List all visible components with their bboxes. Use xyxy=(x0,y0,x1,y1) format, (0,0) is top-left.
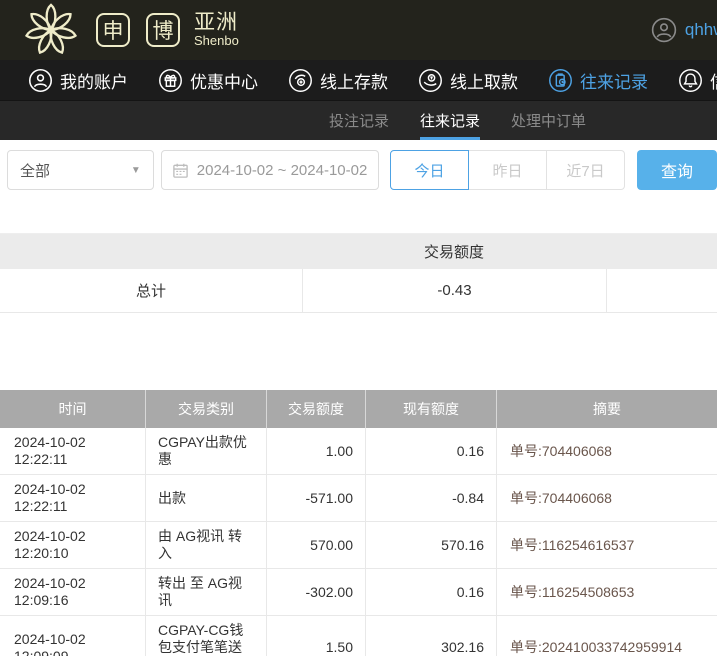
chevron-down-icon: ▼ xyxy=(131,165,141,176)
summary-header-label: 交易额度 xyxy=(302,241,606,262)
transactions-table-header: 时间 交易类别 交易额度 现有额度 摘要 xyxy=(0,390,717,428)
user-avatar-icon xyxy=(651,17,677,43)
table-row: 2024-10-02 12:22:11 CGPAY出款优惠 1.00 0.16 … xyxy=(0,428,717,475)
date-range-value: 2024-10-02 ~ 2024-10-02 xyxy=(197,162,368,179)
calendar-icon xyxy=(172,162,189,179)
cell-balance: 0.16 xyxy=(366,569,497,615)
cell-time: 2024-10-02 12:09:09 xyxy=(0,616,146,656)
cell-balance: -0.84 xyxy=(366,475,497,521)
nav-item-messages[interactable]: 信息 xyxy=(678,68,717,93)
nav-item-promotions[interactable]: 优惠中心 xyxy=(158,68,258,93)
column-header-balance: 现有额度 xyxy=(366,390,497,428)
record-tabbar: 投注记录 往来记录 处理中订单 xyxy=(0,100,717,140)
cell-summary: 单号:704406068 xyxy=(497,428,717,474)
summary-total-row: 总计 -0.43 xyxy=(0,269,717,313)
summary-total-value: -0.43 xyxy=(302,269,606,312)
logo-char-shen: 申 xyxy=(96,13,130,47)
cell-time: 2024-10-02 12:09:16 xyxy=(0,569,146,615)
cell-type: 转出 至 AG视讯 xyxy=(146,569,267,615)
cell-summary: 单号:202410033742959914 xyxy=(497,616,717,656)
tab-pending-orders[interactable]: 处理中订单 xyxy=(511,101,586,140)
flower-logo-icon xyxy=(22,1,80,59)
table-row: 2024-10-02 12:09:16 转出 至 AG视讯 -302.00 0.… xyxy=(0,569,717,616)
filter-row: 全部 ▼ 2024-10-02 ~ 2024-10-02 今日 昨日 近7日 查… xyxy=(0,150,717,190)
table-row: 2024-10-02 12:22:11 出款 -571.00 -0.84 单号:… xyxy=(0,475,717,522)
column-header-type: 交易类别 xyxy=(146,390,267,428)
column-header-summary: 摘要 xyxy=(497,390,717,428)
quick-date-group: 今日 昨日 近7日 xyxy=(390,150,625,190)
cell-amount: 570.00 xyxy=(267,522,366,568)
cell-amount: 1.50 xyxy=(267,616,366,656)
records-icon xyxy=(548,68,573,93)
user-account-area[interactable]: qhhw2 xyxy=(651,17,717,43)
deposit-icon xyxy=(288,68,313,93)
username-label[interactable]: qhhw2 xyxy=(685,20,717,40)
cell-balance: 302.16 xyxy=(366,616,497,656)
cell-time: 2024-10-02 12:22:11 xyxy=(0,428,146,474)
logo-char-bo: 博 xyxy=(146,13,180,47)
tab-transaction-records[interactable]: 往来记录 xyxy=(420,101,480,140)
table-row: 2024-10-02 12:20:10 由 AG视讯 转入 570.00 570… xyxy=(0,522,717,569)
cell-amount: 1.00 xyxy=(267,428,366,474)
table-row: 2024-10-02 12:09:09 CGPAY-CG钱包支付笔笔送优惠 1.… xyxy=(0,616,717,656)
main-navbar: 我的账户 优惠中心 线上存款 xyxy=(0,60,717,100)
search-button[interactable]: 查询 xyxy=(637,150,717,190)
transaction-records-page: 申 博 亚洲 Shenbo qhhw2 xyxy=(0,0,717,656)
type-select[interactable]: 全部 ▼ xyxy=(7,150,154,190)
cell-amount: -571.00 xyxy=(267,475,366,521)
cell-type: CGPAY-CG钱包支付笔笔送优惠 xyxy=(146,616,267,656)
nav-item-my-account[interactable]: 我的账户 xyxy=(28,68,128,93)
brand-text: 亚洲 Shenbo xyxy=(194,12,239,48)
cell-balance: 0.16 xyxy=(366,428,497,474)
transactions-table: 时间 交易类别 交易额度 现有额度 摘要 2024-10-02 12:22:11… xyxy=(0,390,717,656)
cell-summary: 单号:116254508653 xyxy=(497,569,717,615)
brand-region-label: 亚洲 xyxy=(194,12,239,34)
type-select-value: 全部 xyxy=(20,160,50,181)
withdraw-icon xyxy=(418,68,443,93)
cell-summary: 单号:704406068 xyxy=(497,475,717,521)
brand-subtitle-label: Shenbo xyxy=(194,34,239,48)
cell-type: 由 AG视讯 转入 xyxy=(146,522,267,568)
summary-total-label: 总计 xyxy=(0,269,302,312)
today-button[interactable]: 今日 xyxy=(390,150,469,190)
brand-logo[interactable]: 申 博 亚洲 Shenbo xyxy=(22,1,239,59)
user-icon xyxy=(28,68,53,93)
column-header-amount: 交易额度 xyxy=(267,390,366,428)
cell-time: 2024-10-02 12:20:10 xyxy=(0,522,146,568)
date-range-input[interactable]: 2024-10-02 ~ 2024-10-02 xyxy=(161,150,379,190)
tab-bet-records[interactable]: 投注记录 xyxy=(329,101,389,140)
gift-icon xyxy=(158,68,183,93)
nav-item-online-withdraw[interactable]: 线上取款 xyxy=(418,68,518,93)
cell-time: 2024-10-02 12:22:11 xyxy=(0,475,146,521)
bell-icon xyxy=(678,68,703,93)
cell-summary: 单号:116254616537 xyxy=(497,522,717,568)
summary-table-header: 交易额度 xyxy=(0,234,717,269)
cell-amount: -302.00 xyxy=(267,569,366,615)
cell-type: 出款 xyxy=(146,475,267,521)
cell-balance: 570.16 xyxy=(366,522,497,568)
top-brand-bar: 申 博 亚洲 Shenbo qhhw2 xyxy=(0,0,717,60)
summary-table: 交易额度 总计 -0.43 xyxy=(0,233,717,313)
yesterday-button[interactable]: 昨日 xyxy=(468,150,547,190)
nav-item-online-deposit[interactable]: 线上存款 xyxy=(288,68,388,93)
cell-type: CGPAY出款优惠 xyxy=(146,428,267,474)
nav-item-transaction-records[interactable]: 往来记录 xyxy=(548,68,648,93)
column-header-time: 时间 xyxy=(0,390,146,428)
last7days-button[interactable]: 近7日 xyxy=(546,150,625,190)
